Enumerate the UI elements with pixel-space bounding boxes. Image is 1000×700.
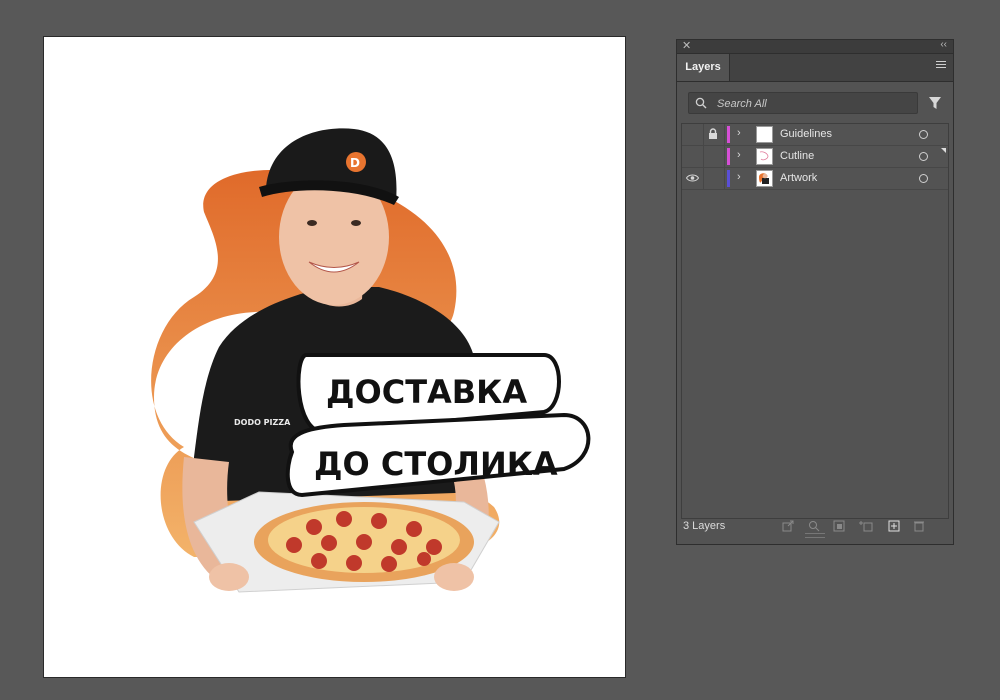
filter-icon[interactable]	[928, 96, 942, 110]
lock-toggle[interactable]	[703, 168, 725, 189]
layer-thumbnail	[756, 148, 773, 165]
chevron-right-icon[interactable]: ›	[737, 127, 741, 139]
lock-toggle[interactable]	[703, 124, 725, 145]
target-circle-icon[interactable]	[919, 130, 928, 139]
panel-tabbar: Layers	[677, 54, 953, 82]
collapse-icon[interactable]: ‹‹	[940, 39, 947, 50]
layers-panel: ✕ ‹‹ Layers ›	[676, 39, 954, 545]
panel-titlebar[interactable]: ✕ ‹‹	[677, 39, 953, 54]
clipping-mask-icon[interactable]	[833, 520, 845, 532]
eye-icon	[686, 174, 699, 182]
banner-bottom: ДО СТОЛИКА	[285, 412, 591, 498]
search-row	[677, 82, 953, 124]
lock-toggle[interactable]	[703, 146, 725, 167]
layer-color-bar	[727, 126, 730, 143]
shirt-logo: DODO PIZZA	[234, 418, 291, 427]
chevron-right-icon[interactable]: ›	[737, 149, 741, 161]
new-sublayer-icon[interactable]	[858, 520, 874, 532]
chevron-right-icon[interactable]: ›	[737, 171, 741, 183]
layer-row-cutline[interactable]: › Cutline	[682, 146, 948, 168]
layer-row-guidelines[interactable]: › Guidelines	[682, 124, 948, 146]
visibility-toggle[interactable]	[682, 124, 704, 145]
layer-thumbnail	[756, 170, 773, 187]
layer-row-artwork[interactable]: › Artwork	[682, 168, 948, 190]
locate-object-icon[interactable]	[808, 520, 820, 532]
selection-indicator-icon	[941, 148, 946, 153]
layer-name[interactable]: Artwork	[780, 172, 817, 184]
visibility-toggle[interactable]	[682, 146, 704, 167]
panel-footer: 3 Layers	[677, 516, 953, 538]
trash-icon[interactable]	[913, 520, 925, 532]
visibility-toggle[interactable]	[682, 168, 704, 189]
artboard[interactable]: DODO PIZZA D ДОСТАВКА ДО СТОЛИКА	[43, 36, 626, 678]
search-box[interactable]	[688, 92, 918, 114]
layer-name[interactable]: Cutline	[780, 150, 814, 162]
new-layer-icon[interactable]	[888, 520, 900, 532]
banner-line2-text: ДО СТОЛИКА	[314, 445, 558, 483]
banner-line1-text: ДОСТАВКА	[326, 373, 527, 411]
layer-thumbnail	[756, 126, 773, 143]
svg-text:D: D	[350, 156, 360, 170]
artwork-illustration: DODO PIZZA D ДОСТАВКА ДО СТОЛИКА	[151, 128, 591, 593]
resize-grip-icon[interactable]	[805, 533, 825, 538]
panel-menu-icon[interactable]	[936, 61, 946, 70]
search-input[interactable]	[715, 95, 909, 113]
target-circle-icon[interactable]	[919, 174, 928, 183]
export-icon[interactable]	[782, 520, 794, 532]
target-circle-icon[interactable]	[919, 152, 928, 161]
lock-icon	[709, 128, 717, 139]
layer-color-bar	[727, 148, 730, 165]
layer-count: 3 Layers	[683, 520, 726, 532]
layer-color-bar	[727, 170, 730, 187]
layer-name[interactable]: Guidelines	[780, 128, 832, 140]
layer-list[interactable]: › Guidelines › Cutline › Artwork	[681, 123, 949, 519]
search-icon	[695, 97, 707, 109]
tab-layers[interactable]: Layers	[677, 54, 730, 81]
close-icon[interactable]: ✕	[682, 39, 691, 52]
